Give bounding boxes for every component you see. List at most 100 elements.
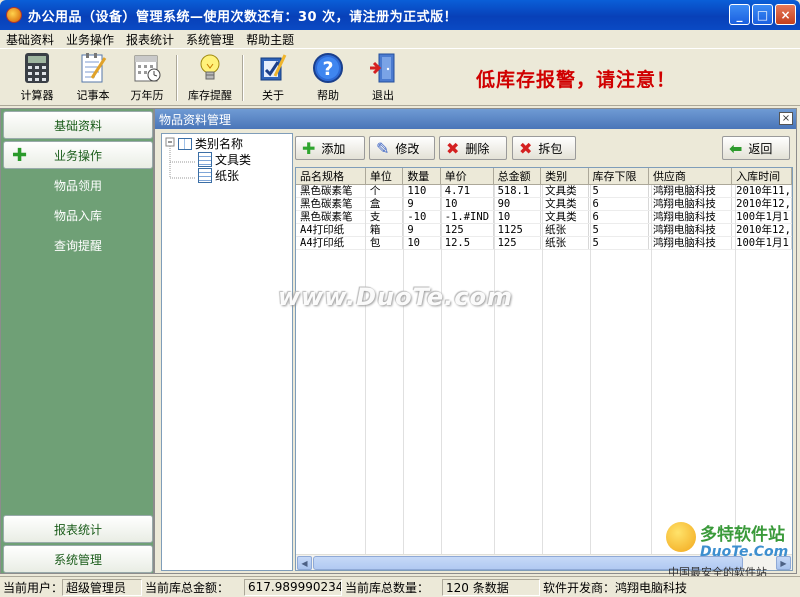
status-user-value: 超级管理员 — [62, 578, 142, 596]
unpack-x-icon: ✖ — [519, 138, 533, 158]
column-header[interactable]: 总金额 — [493, 168, 542, 185]
table-row[interactable]: 黑色碳素笔 盒 9 10 90 文具类 6 鸿翔电脑科技 2010年12, — [296, 197, 792, 211]
add-button[interactable]: ✚ 添加 — [295, 136, 365, 160]
unpack-label: 拆包 — [538, 141, 563, 156]
table-cell: 2010年12, — [731, 197, 792, 211]
column-header[interactable]: 单价 — [440, 168, 494, 185]
nav-item-query-reminder[interactable]: 查询提醒 — [1, 237, 155, 254]
edit-button[interactable]: ✎ 修改 — [369, 136, 435, 160]
table-cell: 5 — [588, 223, 649, 237]
duote-corner-logo: 多特软件站 DuoTe.Com 中国最安全的软件站 — [664, 520, 798, 579]
calendar-button[interactable]: 万年历 — [120, 51, 174, 105]
corner-logo-line1: 多特软件站 — [700, 525, 785, 545]
column-header[interactable]: 入库时间 — [731, 168, 792, 185]
items-table-body: 品名规格 单位 数量 单价 总金额 类别 库存下限 供应商 入库时间 黑色碳素笔… — [296, 168, 792, 250]
action-bar: ✚ 添加 ✎ 修改 ✖ 删除 ✖ 拆包 ⬅ 返回 — [295, 135, 794, 163]
left-navigation: 基础资料 ✚ 业务操作 物品领用 物品入库 查询提醒 报表统计 系统管理 — [0, 108, 154, 574]
help-button[interactable]: ? 帮助 — [301, 51, 355, 105]
table-row[interactable]: A4打印纸 箱 9 125 1125 纸张 5 鸿翔电脑科技 2010年12, — [296, 223, 792, 237]
table-cell: A4打印纸 — [296, 223, 366, 237]
window-title: 办公用品（设备）管理系统—使用次数还有：30 次，请注册为正式版！ — [28, 9, 458, 25]
table-cell: 文具类 — [540, 197, 589, 211]
nav-system[interactable]: 系统管理 — [3, 545, 153, 573]
status-amount-value: 617.9899902344 — [244, 578, 342, 596]
table-cell: 支 — [365, 210, 404, 224]
column-header[interactable]: 供应商 — [648, 168, 733, 185]
help-label: 帮助 — [317, 89, 339, 102]
tree-node-label: 纸张 — [215, 169, 240, 183]
table-cell: 包 — [365, 236, 404, 250]
pane-close-button[interactable]: × — [779, 112, 793, 125]
menu-reports[interactable]: 报表统计 — [120, 31, 180, 48]
nav-item-stock-in[interactable]: 物品入库 — [1, 207, 155, 224]
status-qty-value: 120 条数据 — [442, 578, 540, 596]
table-icon — [178, 137, 192, 150]
about-button[interactable]: 关于 — [246, 51, 300, 105]
column-header[interactable]: 单位 — [365, 168, 404, 185]
delete-label: 删除 — [465, 141, 490, 156]
scroll-left-icon[interactable]: ◀ — [297, 556, 312, 570]
exit-door-icon — [366, 51, 400, 85]
table-cell: 10 — [440, 197, 494, 211]
table-cell: 9 — [402, 223, 441, 237]
unpack-button[interactable]: ✖ 拆包 — [512, 136, 576, 160]
table-cell: 1125 — [493, 223, 542, 237]
stock-alert-button[interactable]: 库存提醒 — [183, 51, 237, 105]
nav-item-receive[interactable]: 物品领用 — [1, 177, 155, 194]
column-header[interactable]: 库存下限 — [588, 168, 649, 185]
table-cell: 黑色碳素笔 — [296, 184, 366, 198]
table-cell: -10 — [402, 210, 441, 224]
calculator-button[interactable]: 计算器 — [10, 51, 64, 105]
table-cell: 5 — [588, 236, 649, 250]
menu-help[interactable]: 帮助主题 — [240, 31, 300, 48]
nav-basic[interactable]: 基础资料 — [3, 111, 153, 139]
pencil-icon: ✎ — [376, 138, 390, 158]
nav-reports[interactable]: 报表统计 — [3, 515, 153, 543]
close-button[interactable]: × — [775, 4, 796, 25]
exit-button[interactable]: 退出 — [356, 51, 410, 105]
low-stock-alarm: 低库存报警，请注意！ — [476, 69, 677, 91]
table-cell: 纸张 — [540, 236, 589, 250]
pane-title: 物品资料管理 — [159, 112, 232, 127]
nav-operations-label: 业务操作 — [53, 148, 102, 163]
table-cell: 文具类 — [540, 210, 589, 224]
menu-basic[interactable]: 基础资料 — [0, 31, 60, 48]
category-icon — [198, 168, 212, 183]
table-cell: 文具类 — [540, 184, 589, 198]
minimize-button[interactable]: _ — [729, 4, 750, 25]
menu-operations[interactable]: 业务操作 — [60, 31, 120, 48]
table-header-row: 品名规格 单位 数量 单价 总金额 类别 库存下限 供应商 入库时间 — [296, 168, 792, 185]
calculator-icon — [20, 51, 54, 85]
arrow-left-icon: ⬅ — [729, 138, 743, 158]
column-header[interactable]: 数量 — [402, 168, 441, 185]
tree-root[interactable]: 类别名称 — [178, 135, 243, 152]
table-cell: 90 — [493, 197, 542, 211]
table-row[interactable]: 黑色碳素笔 个 110 4.71 518.1 文具类 5 鸿翔电脑科技 2010… — [296, 184, 792, 198]
menu-system[interactable]: 系统管理 — [180, 31, 240, 48]
table-cell: 125 — [493, 236, 542, 250]
table-cell: 5 — [588, 184, 649, 198]
tree-node-stationery[interactable]: 文具类 — [198, 151, 251, 168]
item-management-pane: 物品资料管理 × 类别名称 文具类 纸张 ✚ 添加 ✎ 修改 ✖ 删除 ✖ 拆包… — [154, 108, 797, 574]
table-row[interactable]: 黑色碳素笔 支 -10 -1.#IND 10 文具类 6 鸿翔电脑科技 100年… — [296, 210, 792, 224]
back-button[interactable]: ⬅ 返回 — [722, 136, 790, 160]
status-amount-label: 当前库总金额： — [145, 580, 230, 595]
column-header[interactable]: 品名规格 — [296, 168, 366, 185]
plus-icon: ✚ — [302, 138, 316, 158]
tree-node-paper[interactable]: 纸张 — [198, 167, 239, 184]
nav-operations[interactable]: ✚ 业务操作 — [3, 141, 153, 169]
duote-logo-icon — [666, 522, 696, 552]
table-cell: 10 — [402, 236, 441, 250]
toolbar: 计算器 记事本 万年历 库存提醒 关于 ? 帮助 退出 低库存报警，请注意！ — [0, 48, 800, 106]
items-table: 品名规格 单位 数量 单价 总金额 类别 库存下限 供应商 入库时间 黑色碳素笔… — [295, 167, 793, 571]
maximize-button[interactable]: □ — [752, 4, 773, 25]
about-label: 关于 — [262, 89, 284, 102]
menu-bar: 基础资料 业务操作 报表统计 系统管理 帮助主题 — [0, 30, 800, 48]
stock-alert-label: 库存提醒 — [188, 89, 232, 102]
notepad-button[interactable]: 记事本 — [66, 51, 120, 105]
delete-button[interactable]: ✖ 删除 — [439, 136, 507, 160]
table-row[interactable]: A4打印纸 包 10 12.5 125 纸张 5 鸿翔电脑科技 100年1月1 — [296, 236, 792, 250]
table-cell: 125 — [440, 223, 494, 237]
add-label: 添加 — [321, 141, 346, 156]
column-header[interactable]: 类别 — [540, 168, 589, 185]
